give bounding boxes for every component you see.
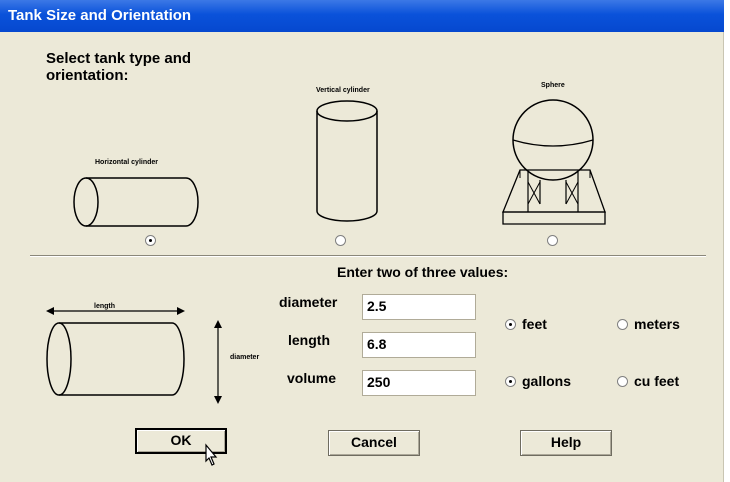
- values-section-title: Enter two of three values:: [337, 264, 509, 280]
- cancel-button[interactable]: Cancel: [328, 430, 420, 456]
- cu-feet-label: cu feet: [634, 373, 680, 389]
- gallons-radio[interactable]: [505, 376, 516, 387]
- tank-dialog: Tank Size and Orientation Select tank ty…: [0, 0, 724, 482]
- volume-input[interactable]: 250: [362, 370, 476, 396]
- mouse-cursor-icon: [205, 443, 218, 466]
- diagram-diameter-label: diameter: [230, 354, 260, 361]
- vertical-cylinder-label: Vertical cylinder: [316, 87, 370, 94]
- help-button[interactable]: Help: [520, 430, 612, 456]
- gallons-label: gallons: [522, 373, 572, 389]
- horizontal-cylinder-label: Horizontal cylinder: [95, 159, 159, 166]
- volume-label: volume: [287, 370, 337, 386]
- meters-label: meters: [634, 316, 680, 332]
- section-divider: [30, 255, 706, 257]
- horizontal-cylinder-radio[interactable]: [145, 235, 156, 246]
- vertical-cylinder-icon: [316, 100, 378, 222]
- horizontal-cylinder-icon: [73, 177, 199, 227]
- length-label: length: [288, 332, 330, 348]
- meters-radio[interactable]: [617, 319, 628, 330]
- diameter-arrow-icon: [214, 320, 222, 404]
- diagram-length-label: length: [92, 303, 117, 310]
- tank-type-prompt: Select tank type and orientation:: [46, 50, 192, 84]
- vertical-cylinder-radio[interactable]: [335, 235, 346, 246]
- cu-feet-radio[interactable]: [617, 376, 628, 387]
- sphere-icon: [502, 99, 606, 225]
- length-input[interactable]: 6.8: [362, 332, 476, 358]
- window-title: Tank Size and Orientation: [8, 7, 192, 24]
- title-bar[interactable]: Tank Size and Orientation: [0, 0, 724, 32]
- dimension-cylinder-icon: [46, 322, 185, 396]
- sphere-radio[interactable]: [547, 235, 558, 246]
- diameter-label: diameter: [279, 294, 338, 310]
- diameter-input[interactable]: 2.5: [362, 294, 476, 320]
- feet-radio[interactable]: [505, 319, 516, 330]
- sphere-label: Sphere: [541, 82, 565, 89]
- feet-label: feet: [522, 316, 547, 332]
